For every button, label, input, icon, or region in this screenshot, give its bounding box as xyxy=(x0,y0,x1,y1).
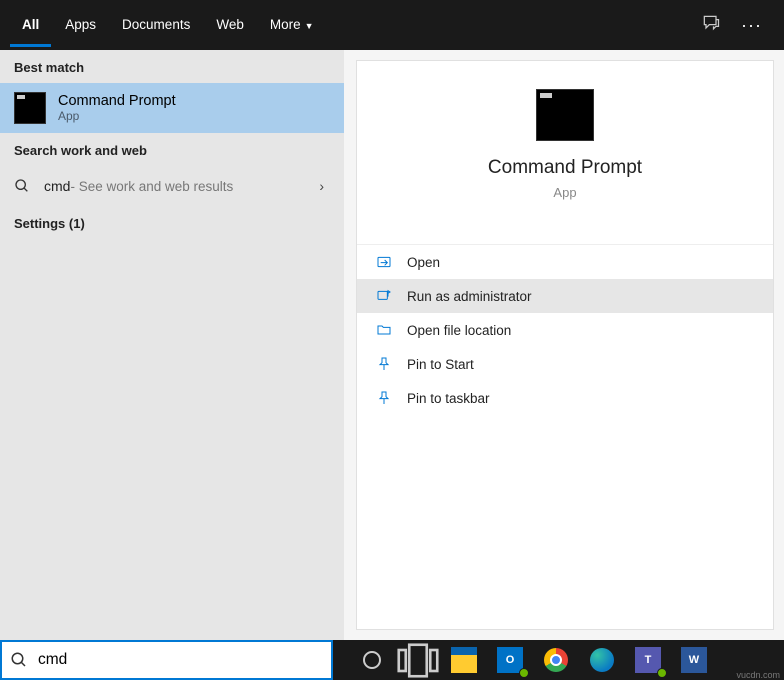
preview-panel: Command Prompt App Open Run as administr… xyxy=(356,60,774,630)
chrome-icon xyxy=(544,648,568,672)
cmd-icon xyxy=(14,92,46,124)
action-open[interactable]: Open xyxy=(357,245,773,279)
result-title: Command Prompt xyxy=(58,93,330,109)
action-pin-taskbar[interactable]: Pin to taskbar xyxy=(357,381,773,415)
best-match-header: Best match xyxy=(0,50,344,83)
folder-icon xyxy=(375,322,393,338)
open-icon xyxy=(375,254,393,270)
search-icon xyxy=(14,178,30,194)
top-right-controls: ··· xyxy=(701,13,762,38)
preview-title: Command Prompt xyxy=(367,157,763,179)
bottom-row: O T W vucdn.com xyxy=(0,640,784,680)
results-panel: Best match Command Prompt App Search wor… xyxy=(0,50,344,640)
action-label: Pin to Start xyxy=(407,357,474,372)
edge-icon xyxy=(590,648,614,672)
word-icon: W xyxy=(681,647,707,673)
action-label: Run as administrator xyxy=(407,289,532,304)
result-command-prompt[interactable]: Command Prompt App xyxy=(0,83,344,133)
task-view-button[interactable] xyxy=(397,640,439,680)
pin-taskbar-icon xyxy=(375,390,393,406)
status-badge xyxy=(519,668,529,678)
taskbar-chrome[interactable] xyxy=(535,640,577,680)
search-icon xyxy=(10,651,28,669)
taskbar: O T W xyxy=(333,640,784,680)
action-list: Open Run as administrator Open file loca… xyxy=(357,244,773,415)
watermark: vucdn.com xyxy=(736,670,780,680)
action-open-location[interactable]: Open file location xyxy=(357,313,773,347)
chevron-right-icon: › xyxy=(319,178,324,194)
result-subtitle: App xyxy=(58,109,330,123)
action-label: Open xyxy=(407,255,440,270)
admin-icon xyxy=(375,288,393,304)
action-run-admin[interactable]: Run as administrator xyxy=(357,279,773,313)
task-view-icon xyxy=(397,643,439,678)
search-work-web-header: Search work and web xyxy=(0,133,344,166)
preview-subtitle: App xyxy=(367,185,763,200)
more-options-icon[interactable]: ··· xyxy=(741,15,762,36)
taskbar-edge[interactable] xyxy=(581,640,623,680)
settings-header[interactable]: Settings (1) xyxy=(0,206,344,239)
action-label: Open file location xyxy=(407,323,511,338)
filter-web[interactable]: Web xyxy=(204,3,256,47)
filter-tabs: All Apps Documents Web More▼ xyxy=(10,3,701,47)
file-explorer-icon xyxy=(451,647,477,673)
filter-apps[interactable]: Apps xyxy=(53,3,108,47)
action-label: Pin to taskbar xyxy=(407,391,490,406)
web-query: cmd xyxy=(44,178,70,194)
status-badge xyxy=(657,668,667,678)
cortana-icon xyxy=(363,651,381,669)
search-input[interactable] xyxy=(38,651,323,669)
pin-start-icon xyxy=(375,356,393,372)
web-hint: - See work and web results xyxy=(70,179,233,194)
filter-bar: All Apps Documents Web More▼ ··· xyxy=(0,0,784,50)
filter-more[interactable]: More▼ xyxy=(258,3,326,47)
taskbar-outlook[interactable]: O xyxy=(489,640,531,680)
taskbar-teams[interactable]: T xyxy=(627,640,669,680)
result-text: Command Prompt App xyxy=(58,93,330,123)
filter-documents[interactable]: Documents xyxy=(110,3,202,47)
cmd-large-icon xyxy=(536,89,594,141)
cortana-button[interactable] xyxy=(351,640,393,680)
main-area: Best match Command Prompt App Search wor… xyxy=(0,50,784,640)
search-box[interactable] xyxy=(0,640,333,680)
action-pin-start[interactable]: Pin to Start xyxy=(357,347,773,381)
preview-header: Command Prompt App xyxy=(357,61,773,214)
taskbar-word[interactable]: W xyxy=(673,640,715,680)
taskbar-file-explorer[interactable] xyxy=(443,640,485,680)
filter-all[interactable]: All xyxy=(10,3,51,47)
feedback-icon[interactable] xyxy=(701,13,721,38)
search-web-result[interactable]: cmd - See work and web results › xyxy=(0,166,344,206)
chevron-down-icon: ▼ xyxy=(305,21,314,31)
